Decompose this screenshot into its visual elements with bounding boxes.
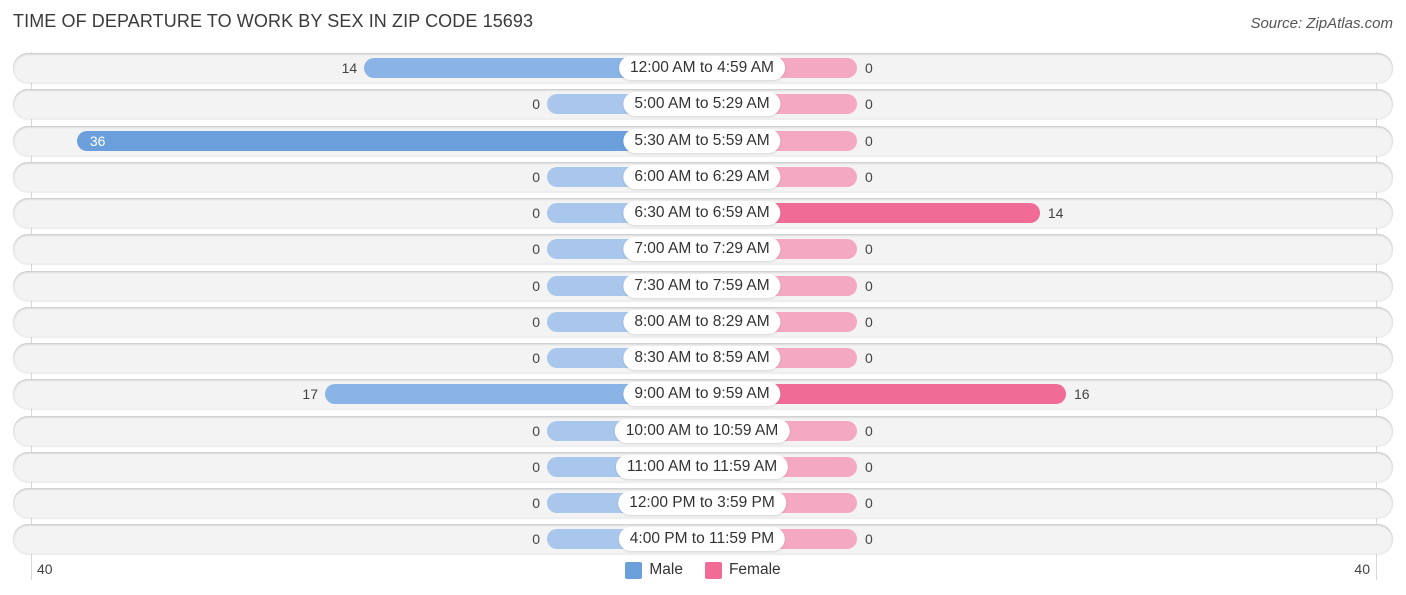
category-label: 6:30 AM to 6:59 AM bbox=[623, 201, 781, 225]
value-label-female: 0 bbox=[865, 60, 873, 76]
category-label: 7:00 AM to 7:29 AM bbox=[623, 237, 781, 262]
value-label-male: 0 bbox=[532, 205, 540, 221]
value-label-male: 14 bbox=[341, 60, 358, 76]
value-label-male: 0 bbox=[532, 313, 540, 330]
value-label-female: 0 bbox=[865, 168, 873, 185]
category-label: 4:00 PM to 11:59 PM bbox=[618, 527, 786, 552]
category-label: 5:30 AM to 5:59 AM bbox=[623, 128, 781, 153]
bar-male bbox=[76, 130, 702, 151]
value-label-female: 0 bbox=[865, 132, 873, 149]
value-label-male: 0 bbox=[532, 531, 540, 548]
value-label-female: 16 bbox=[1073, 386, 1090, 403]
value-label-female: 0 bbox=[865, 350, 873, 366]
category-label: 9:00 AM to 9:59 AM bbox=[623, 382, 781, 407]
legend-swatch-male bbox=[625, 561, 643, 579]
value-label-female: 0 bbox=[865, 313, 873, 330]
category-label: 8:30 AM to 8:59 AM bbox=[623, 346, 781, 370]
value-label-male: 0 bbox=[532, 96, 540, 113]
value-label-male: 0 bbox=[532, 495, 540, 511]
legend: Male Female bbox=[0, 561, 1406, 579]
category-label: 7:30 AM to 7:59 AM bbox=[623, 273, 781, 298]
chart-title: TIME OF DEPARTURE TO WORK BY SEX IN ZIP … bbox=[13, 11, 534, 31]
value-label-male: 0 bbox=[532, 168, 540, 185]
value-label-male: 0 bbox=[532, 241, 540, 258]
value-label-male: 0 bbox=[532, 350, 540, 366]
value-label-female: 0 bbox=[865, 96, 873, 113]
value-label-male: 17 bbox=[302, 386, 318, 403]
value-label-female: 0 bbox=[865, 458, 873, 475]
category-label: 8:00 AM to 8:29 AM bbox=[623, 309, 781, 334]
legend-item-female: Female bbox=[704, 561, 781, 579]
source-label: Source: ZipAtlas.com bbox=[1250, 15, 1393, 32]
legend-swatch-female bbox=[704, 561, 722, 579]
value-label-female: 0 bbox=[865, 422, 873, 439]
value-label-male: 0 bbox=[532, 277, 540, 294]
legend-item-male: Male bbox=[625, 561, 683, 579]
category-label: 11:00 AM to 11:59 AM bbox=[615, 454, 789, 479]
value-label-female: 0 bbox=[865, 531, 873, 548]
value-label-female: 0 bbox=[865, 495, 873, 511]
value-label-female: 0 bbox=[865, 241, 873, 258]
value-label-female: 14 bbox=[1047, 205, 1064, 221]
category-label: 10:00 AM to 10:59 AM bbox=[614, 418, 790, 443]
legend-label-female: Female bbox=[728, 561, 781, 578]
category-label: 6:00 AM to 6:29 AM bbox=[623, 164, 781, 189]
category-label: 5:00 AM to 5:29 AM bbox=[623, 92, 781, 117]
category-label: 12:00 AM to 4:59 AM bbox=[619, 56, 785, 80]
value-label-female: 0 bbox=[865, 277, 873, 294]
legend-label-male: Male bbox=[649, 561, 683, 578]
value-label-male: 0 bbox=[532, 458, 540, 475]
value-label-male: 36 bbox=[89, 132, 106, 149]
category-label: 12:00 PM to 3:59 PM bbox=[618, 491, 786, 515]
value-label-male: 0 bbox=[532, 422, 540, 439]
